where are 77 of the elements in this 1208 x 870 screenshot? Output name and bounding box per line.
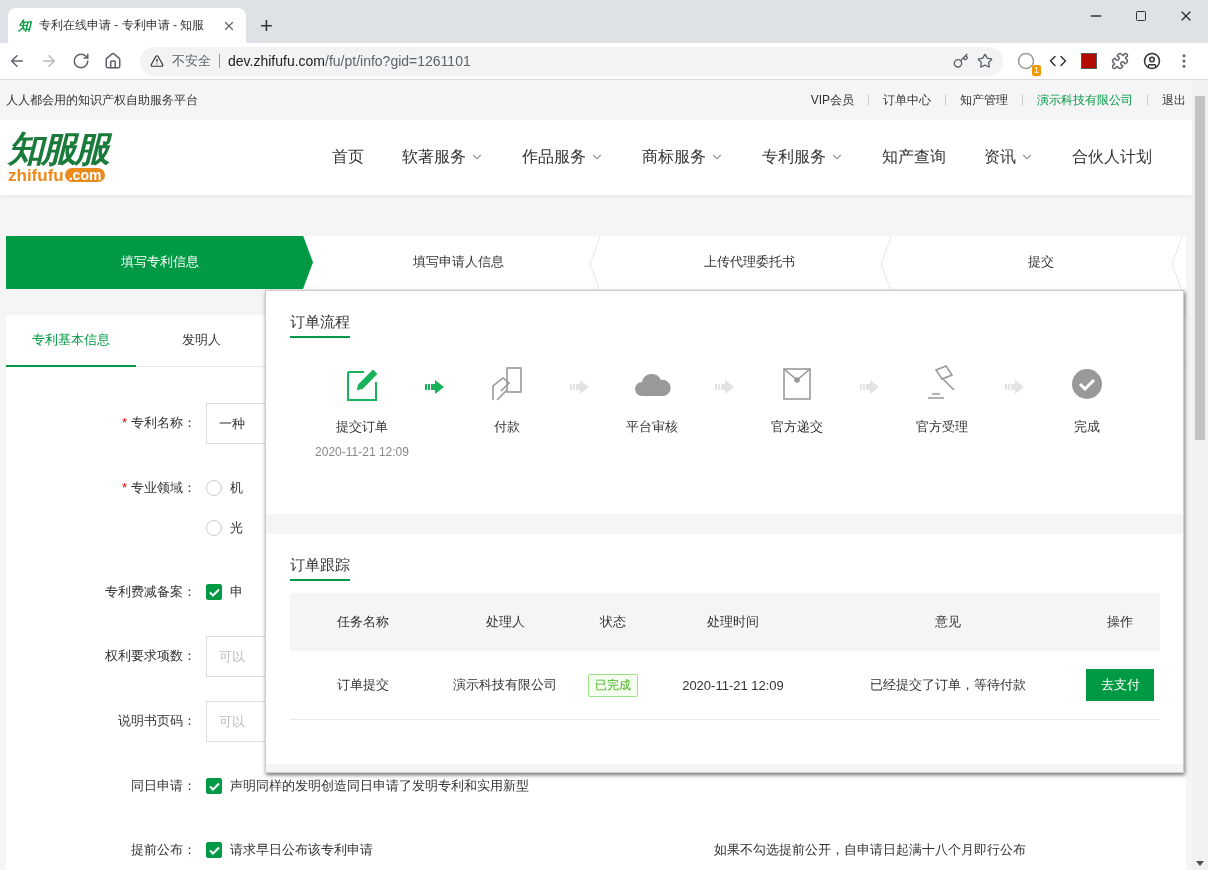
nav-link[interactable]: 软著服务 xyxy=(402,146,484,168)
nav-link[interactable]: 专利服务 xyxy=(762,146,844,168)
column-header: 处理时间 xyxy=(651,593,815,651)
flow-step-label: 官方递交 xyxy=(771,418,823,436)
checkbox-label: 申 xyxy=(230,583,243,601)
checkbox[interactable] xyxy=(206,842,222,858)
flow-step-label: 付款 xyxy=(494,418,520,436)
status-tag: 已完成 xyxy=(588,673,638,697)
checkbox-label: 声明同样的发明创造同日申请了发明专利和实用新型 xyxy=(230,777,529,795)
field-label: 提前公布： xyxy=(130,841,197,859)
option-label: 光 xyxy=(230,519,243,537)
top-link[interactable]: 知产管理 xyxy=(945,94,1022,107)
step: 提交 xyxy=(895,235,1186,289)
maximize-icon[interactable] xyxy=(1134,10,1147,22)
top-link[interactable]: VIP会员 xyxy=(796,94,868,107)
slogan: 人人都会用的知识产权自助服务平台 xyxy=(6,91,198,109)
form-tab[interactable]: 发明人 xyxy=(136,315,266,367)
hint-text: 如果不勾选提前公开，自申请日起满十八个月即行公布 xyxy=(714,841,1027,859)
step: 上传代理委托书 xyxy=(604,235,895,289)
checkbox[interactable] xyxy=(206,584,222,600)
site-favicon: 知 xyxy=(18,16,31,35)
table-cell: 2020-11-21 12:09 xyxy=(651,651,815,720)
extension-badge: 1 xyxy=(1032,65,1041,76)
section-title: 订单跟踪 xyxy=(290,556,350,581)
field-label: 权利要求项数： xyxy=(104,647,197,665)
site-logo[interactable]: 知服服 zhifufu .com xyxy=(8,130,158,184)
column-header: 意见 xyxy=(815,593,1080,651)
column-header: 任务名称 xyxy=(290,593,435,651)
tab-title: 专利在线申请 - 专利申请 - 知服 xyxy=(39,17,206,34)
nav-link[interactable]: 知产查询 xyxy=(882,146,946,168)
column-header: 操作 xyxy=(1080,593,1160,651)
reload-icon[interactable] xyxy=(72,52,90,70)
security-label: 不安全 xyxy=(172,54,220,68)
flow-step-label: 官方受理 xyxy=(916,418,968,436)
puzzle-icon[interactable] xyxy=(1111,52,1129,70)
pay-button[interactable]: 去支付 xyxy=(1086,669,1154,701)
step: 填写申请人信息 xyxy=(313,235,604,289)
table-cell: 订单提交 xyxy=(290,651,435,720)
field-label: 说明书页码： xyxy=(117,712,197,730)
checkbox-label: 请求早日公布该专利申请 xyxy=(230,841,373,859)
flow-step-label: 提交订单 xyxy=(336,418,388,436)
checkbox[interactable] xyxy=(206,778,222,794)
nav-link[interactable]: 合伙人计划 xyxy=(1072,146,1152,168)
address-bar[interactable]: 不安全 dev.zhifufu.com/fu/pt/info?gid=1261101 xyxy=(140,46,1003,76)
new-tab-button[interactable]: + xyxy=(260,15,273,37)
top-link[interactable]: 演示科技有限公司 xyxy=(1022,94,1147,107)
url-text: dev.zhifufu.com/fu/pt/info?gid=1261101 xyxy=(228,53,472,69)
top-link[interactable]: 退出 xyxy=(1147,94,1186,107)
timestamp: 2020-11-21 12:09 xyxy=(315,445,409,459)
top-link[interactable]: 订单中心 xyxy=(868,94,945,107)
browser-tab[interactable]: 知 专利在线申请 - 专利申请 - 知服 xyxy=(8,8,246,43)
column-header: 处理人 xyxy=(435,593,575,651)
column-header: 状态 xyxy=(575,593,651,651)
back-icon[interactable] xyxy=(8,52,26,70)
table-cell: 已经提交了订单，等待付款 xyxy=(815,651,1080,720)
nav-link[interactable]: 商标服务 xyxy=(642,146,724,168)
section-title: 订单流程 xyxy=(290,313,350,338)
key-icon[interactable] xyxy=(953,53,969,69)
option-label: 机 xyxy=(230,479,243,497)
field-label: 专利费减备案： xyxy=(104,583,197,601)
star-icon[interactable] xyxy=(977,53,993,69)
extension-icon[interactable] xyxy=(1017,52,1035,70)
step: 填写专利信息 xyxy=(6,235,313,289)
nav-link[interactable]: 资讯 xyxy=(984,146,1034,168)
field-label: * 专利名称： xyxy=(120,414,197,432)
home-icon[interactable] xyxy=(104,52,122,70)
warning-icon xyxy=(150,54,164,68)
flow-step-label: 完成 xyxy=(1074,418,1100,436)
profile-icon[interactable] xyxy=(1143,52,1161,70)
nav-link[interactable]: 作品服务 xyxy=(522,146,604,168)
scrollbar[interactable] xyxy=(1192,80,1208,870)
form-tab[interactable]: 专利基本信息 xyxy=(6,315,136,367)
table-cell: 演示科技有限公司 xyxy=(435,651,575,720)
field-label: * 专业领域： xyxy=(120,479,197,497)
field-label: 同日申请： xyxy=(130,777,197,795)
flow-step-label: 平台审核 xyxy=(626,418,678,436)
nav-link[interactable]: 首页 xyxy=(332,146,364,168)
